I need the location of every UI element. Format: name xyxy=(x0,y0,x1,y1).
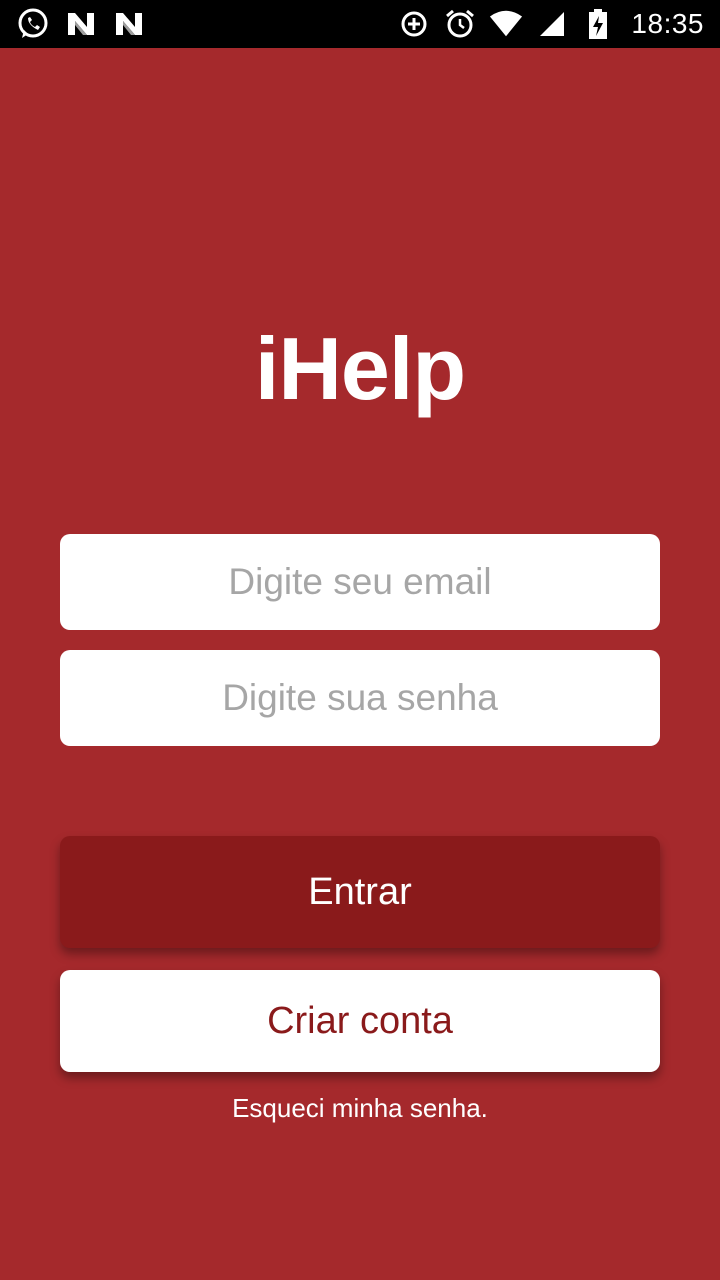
status-bar: 18:35 xyxy=(0,0,720,48)
password-input[interactable] xyxy=(60,676,660,720)
alarm-icon xyxy=(443,7,477,41)
app-title: iHelp xyxy=(254,319,466,418)
login-button[interactable]: Entrar xyxy=(60,836,660,948)
email-input[interactable] xyxy=(60,560,660,604)
status-bar-right: 18:35 xyxy=(397,6,704,42)
create-account-button[interactable]: Criar conta xyxy=(60,970,660,1072)
forgot-password-link[interactable]: Esqueci minha senha. xyxy=(0,1093,720,1124)
password-field[interactable] xyxy=(60,650,660,746)
status-bar-left xyxy=(16,6,146,42)
status-bar-time: 18:35 xyxy=(631,8,704,39)
email-field[interactable] xyxy=(60,534,660,630)
whatsapp-icon xyxy=(16,7,50,41)
signal-icon xyxy=(535,7,569,41)
login-screen: iHelp Entrar Criar conta Esqueci minha s… xyxy=(0,48,720,1280)
battery-charging-icon xyxy=(581,7,615,41)
n-notification-icon xyxy=(64,7,98,41)
wifi-icon xyxy=(489,7,523,41)
n-notification-icon xyxy=(112,7,146,41)
data-saver-icon xyxy=(397,7,431,41)
